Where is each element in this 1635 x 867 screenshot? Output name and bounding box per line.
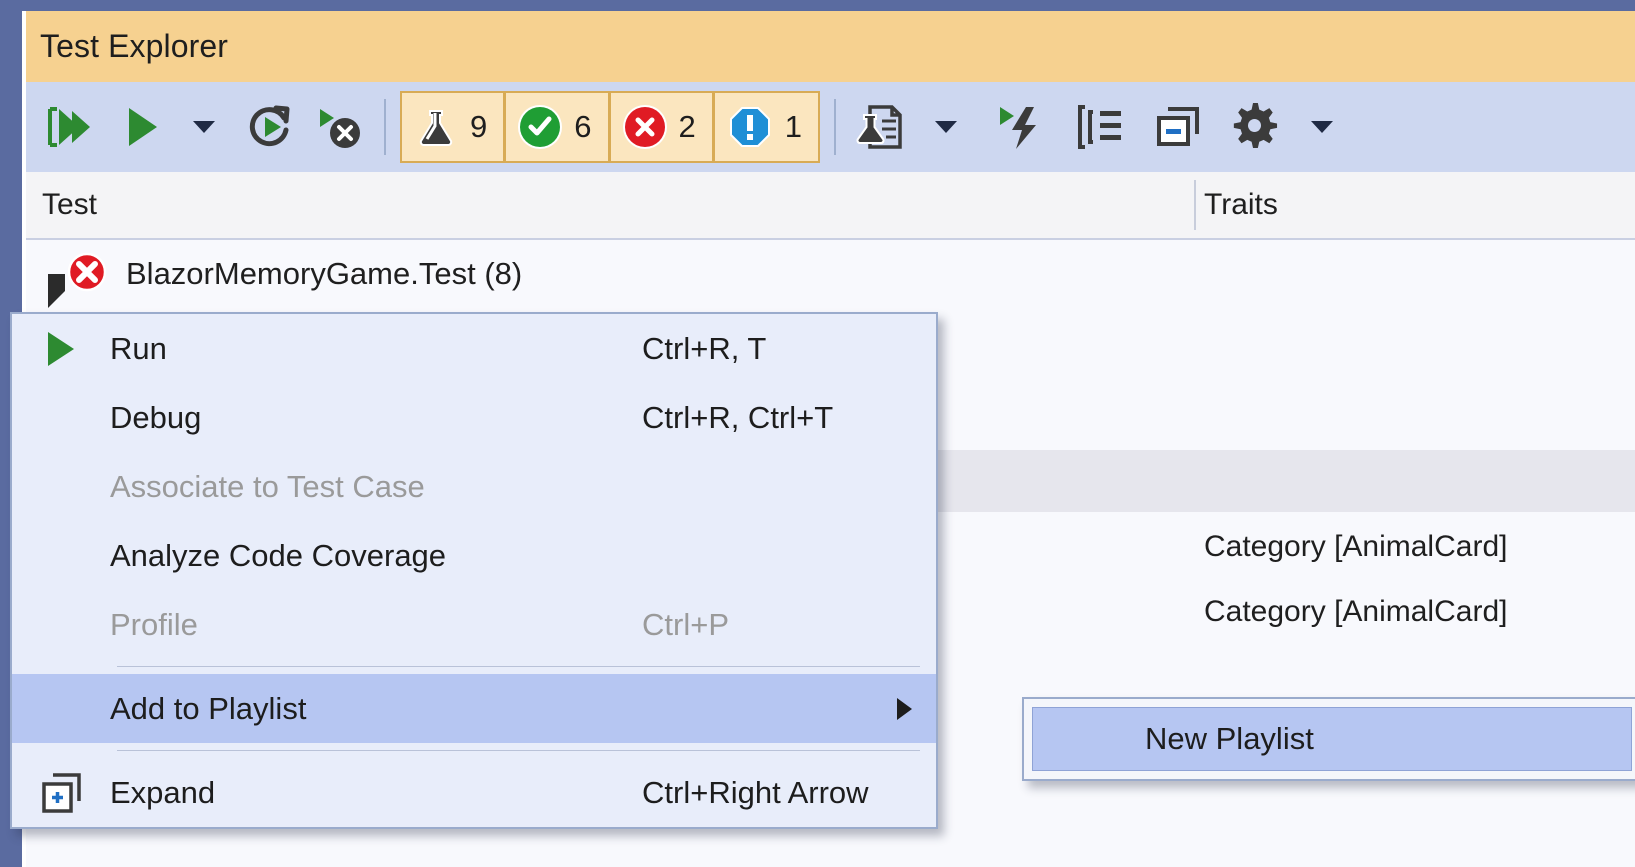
menu-item-associate-to-test-case: Associate to Test Case (12, 452, 936, 521)
column-header-traits[interactable]: Traits (1204, 172, 1278, 238)
run-until-failure-button[interactable] (310, 98, 370, 156)
error-circle-glyph (67, 252, 107, 291)
not-run-tests-count: 1 (784, 109, 802, 144)
expand-icon (12, 771, 110, 815)
column-divider[interactable] (1194, 180, 1196, 230)
chevron-right-icon (897, 697, 912, 720)
page-title: Test Explorer (40, 28, 229, 64)
not-run-tests-badge[interactable]: 1 (712, 91, 820, 163)
group-list-icon (1078, 105, 1121, 149)
warning-octagon-icon (729, 107, 770, 147)
chevron-down-icon (935, 121, 957, 133)
gear-icon (1233, 103, 1278, 149)
menu-item-add-to-playlist[interactable]: Add to Playlist (12, 674, 936, 743)
menu-item-associate-label: Associate to Test Case (110, 468, 425, 504)
menu-separator (117, 750, 920, 751)
menu-item-expand-shortcut: Ctrl+Right Arrow (642, 774, 869, 810)
group-by-button[interactable] (1070, 98, 1130, 156)
run-all-icon (48, 107, 90, 147)
triangle-right-glyph (48, 331, 74, 366)
menu-item-run-shortcut: Ctrl+R, T (642, 330, 767, 366)
run-with-profiler-button[interactable] (990, 98, 1052, 156)
column-header-test-label: Test (42, 188, 98, 221)
test-count-badges: 9 6 2 1 (400, 91, 820, 163)
menu-item-coverage-label: Analyze Code Coverage (110, 537, 447, 573)
failed-tests-badge[interactable]: 2 (608, 91, 713, 163)
menu-item-analyze-code-coverage[interactable]: Analyze Code Coverage (12, 521, 936, 590)
menu-item-expand-label: Expand (110, 774, 216, 810)
run-until-fail-icon (320, 109, 360, 148)
toolbar-separator-2 (834, 99, 836, 155)
tool-window-titlebar[interactable]: Test Explorer (26, 11, 1635, 82)
collapse-all-icon (1157, 107, 1199, 146)
x-glyph (635, 117, 654, 137)
test-detail-summary-button[interactable] (850, 98, 910, 156)
test-explorer-window: Test Explorer 9 6 2 1 Test Traits Blazor… (0, 0, 1635, 867)
triangle-down-glyph (48, 274, 65, 308)
run-dropdown-button[interactable] (178, 98, 230, 156)
window-frame-top (0, 0, 1635, 11)
menu-item-run-label: Run (110, 330, 167, 366)
run-all-tests-button[interactable] (40, 98, 98, 156)
menu-item-debug-label: Debug (110, 399, 202, 435)
trait-cell: Category [AnimalCard] (1204, 530, 1508, 563)
context-menu: Run Ctrl+R, T Debug Ctrl+R, Ctrl+T Assoc… (10, 312, 938, 829)
menu-item-debug-shortcut: Ctrl+R, Ctrl+T (642, 399, 834, 435)
settings-dropdown-button[interactable] (1296, 98, 1348, 156)
check-glyph (528, 116, 552, 136)
play-icon (129, 108, 157, 146)
menu-separator (117, 666, 920, 667)
play-icon (12, 331, 110, 366)
run-tests-button[interactable] (116, 98, 168, 156)
flask-icon (419, 110, 453, 146)
check-circle-icon (520, 107, 561, 147)
menu-item-run[interactable]: Run Ctrl+R, T (12, 314, 936, 383)
passed-tests-badge[interactable]: 6 (504, 91, 609, 163)
menu-item-debug[interactable]: Debug Ctrl+R, Ctrl+T (12, 383, 936, 452)
menu-item-profile-shortcut: Ctrl+P (642, 606, 729, 642)
test-group-label: BlazorMemoryGame.Test (8) (126, 256, 523, 291)
test-document-icon (856, 105, 902, 149)
toolbar-separator-1 (384, 99, 386, 155)
menu-item-profile: Profile Ctrl+P (12, 590, 936, 659)
error-circle-icon (66, 251, 108, 298)
repeat-last-run-button[interactable] (240, 98, 300, 156)
expand-glyph (42, 772, 81, 813)
repeat-run-icon (249, 105, 290, 147)
test-detail-dropdown-button[interactable] (920, 98, 972, 156)
grid-column-headers: Test Traits (26, 172, 1635, 240)
playlist-submenu: New Playlist (1022, 697, 1635, 781)
chevron-down-icon (193, 121, 215, 133)
collapse-all-button[interactable] (1148, 98, 1208, 156)
submenu-item-new-playlist[interactable]: New Playlist (1032, 707, 1632, 771)
column-header-test[interactable]: Test (42, 172, 97, 238)
menu-item-profile-label: Profile (110, 606, 198, 642)
chevron-down-icon (1311, 121, 1333, 133)
trait-cell: Category [AnimalCard] (1204, 595, 1508, 628)
total-tests-badge[interactable]: 9 (400, 91, 505, 163)
total-tests-count: 9 (470, 109, 488, 144)
column-header-traits-label: Traits (1204, 188, 1278, 221)
failed-tests-count: 2 (678, 109, 696, 144)
menu-item-expand[interactable]: Expand Ctrl+Right Arrow (12, 758, 936, 827)
settings-button[interactable] (1226, 98, 1286, 156)
toolbar: 9 6 2 1 (26, 82, 1635, 172)
submenu-item-new-playlist-label: New Playlist (1145, 721, 1314, 756)
table-row[interactable]: BlazorMemoryGame.Test (8) (26, 240, 1635, 308)
play-lightning-icon (1000, 107, 1036, 149)
error-circle-icon (624, 107, 665, 147)
passed-tests-count: 6 (574, 109, 592, 144)
menu-item-add-to-playlist-label: Add to Playlist (110, 690, 307, 726)
